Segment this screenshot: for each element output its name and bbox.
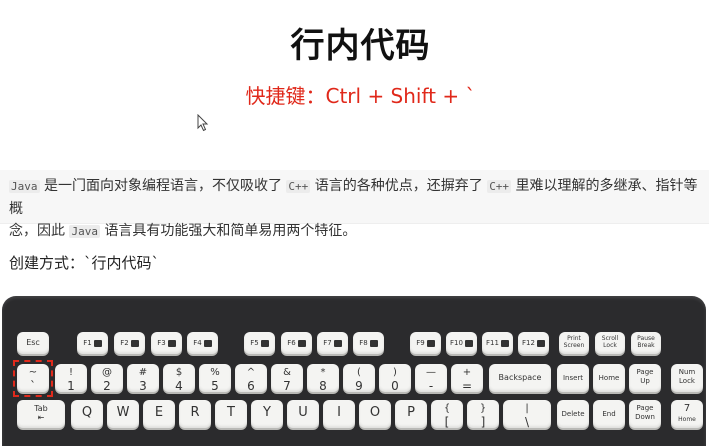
page-down-key: Page Down — [629, 400, 661, 428]
key-q: Q — [71, 400, 103, 428]
pause-break-key: Pause Break — [631, 332, 661, 354]
key-p: P — [395, 400, 427, 428]
print-screen-key: Print Screen — [559, 332, 589, 354]
backspace-key: Backspace — [489, 364, 551, 392]
inline-code: Java — [9, 180, 40, 193]
key-5: % 5 — [199, 364, 231, 393]
delete-key: Delete — [557, 400, 589, 428]
insert-key: Insert — [557, 364, 589, 392]
num-lock-key: Num Lock — [671, 364, 703, 392]
inline-code: C++ — [487, 180, 512, 193]
key-3: #3 — [127, 364, 159, 393]
f4-key: F4 — [187, 332, 218, 354]
tab-key: Tab ⇤ — [17, 400, 65, 428]
f6-key: F6 — [281, 332, 312, 354]
key-r: R — [179, 400, 211, 428]
text-segment: 是一门面向对象编程语言，不仅吸收了 — [43, 178, 282, 194]
home-key: Home — [593, 364, 625, 392]
key-1: ! 1 — [55, 364, 87, 393]
right-bracket-key: }] — [467, 400, 499, 429]
key-0: ) 0 — [379, 364, 411, 393]
page-title: 行内代码 — [290, 26, 431, 66]
equals-key: + = — [451, 364, 483, 393]
text-segment: 语言具有功能强大和简单易用两个特征。 — [104, 223, 357, 239]
left-bracket-key: {[ — [431, 400, 463, 429]
key-o: O — [359, 400, 391, 428]
key-y: Y — [251, 400, 283, 428]
backtick-key-highlight — [13, 360, 53, 397]
f7-key: F7 — [317, 332, 348, 354]
key-u: U — [287, 400, 319, 428]
java-description-block: Java 是一门面向对象编程语言，不仅吸收了 C++ 语言的各种优点，还摒弃了 … — [0, 170, 709, 239]
key-i: I — [323, 400, 355, 428]
page-up-key: Page Up — [629, 364, 661, 392]
inline-code: Java — [69, 225, 100, 238]
f1-key: F1 — [77, 332, 108, 354]
f9-key: F9 — [410, 332, 441, 354]
scroll-lock-key: Scroll Lock — [595, 332, 625, 354]
key-w: W — [107, 400, 139, 428]
key-9: (9 — [343, 364, 375, 393]
numpad-7-key: 7 Home — [671, 400, 703, 428]
shortcut-hint: 快捷键：Ctrl + Shift + ` — [245, 84, 476, 108]
f10-key: F10 — [446, 332, 477, 354]
text-segment: 语言的各种优点，还摒弃了 — [314, 178, 483, 194]
text-segment: 念，因此 — [9, 223, 65, 239]
key-2: @2 — [91, 364, 123, 393]
key-e: E — [143, 400, 175, 428]
f8-key: F8 — [353, 332, 384, 354]
mouse-cursor-icon — [197, 114, 209, 132]
esc-key: Esc — [17, 332, 49, 354]
key-t: T — [215, 400, 247, 428]
key-4: $4 — [163, 364, 195, 393]
key-7: & 7 — [271, 364, 303, 393]
f11-key: F11 — [482, 332, 513, 354]
f5-key: F5 — [244, 332, 275, 354]
key-8: * 8 — [307, 364, 339, 393]
f2-key: F2 — [114, 332, 145, 354]
creation-method-label: 创建方式：`行内代码` — [9, 254, 160, 272]
f12-key: F12 — [518, 332, 549, 354]
f3-key: F3 — [151, 332, 182, 354]
end-key: End — [593, 400, 625, 428]
inline-code: C++ — [286, 180, 311, 193]
backslash-key: | \ — [503, 400, 551, 429]
key-6: ^ 6 — [235, 364, 267, 393]
minus-key: — - — [415, 364, 447, 393]
